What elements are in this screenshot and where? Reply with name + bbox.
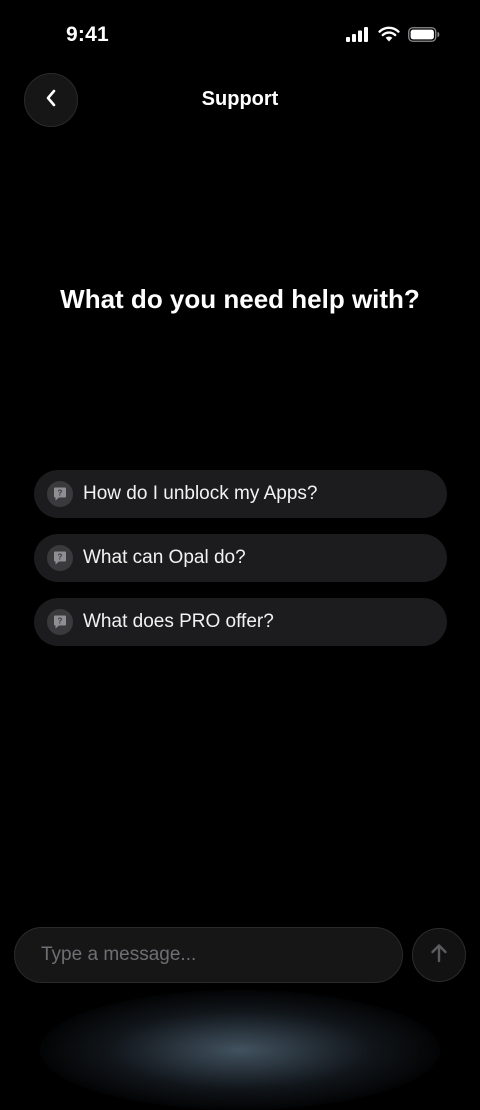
svg-text:?: ? — [58, 489, 63, 498]
suggestion-chip-pro-offer[interactable]: ? What does PRO offer? — [34, 598, 447, 646]
question-bubble-icon: ? — [47, 545, 73, 571]
svg-text:?: ? — [58, 553, 63, 562]
message-input[interactable] — [39, 943, 383, 967]
question-bubble-icon: ? — [47, 481, 73, 507]
status-icons — [346, 26, 440, 47]
arrow-up-icon — [429, 942, 449, 969]
suggestion-chip-opal-features[interactable]: ? What can Opal do? — [34, 534, 447, 582]
suggestion-chip-unblock-apps[interactable]: ? How do I unblock my Apps? — [34, 470, 447, 518]
cellular-signal-icon — [346, 26, 370, 47]
suggestion-list: ? How do I unblock my Apps? ? What can O… — [34, 470, 447, 662]
question-bubble-icon: ? — [47, 609, 73, 635]
page-title: Support — [201, 88, 279, 110]
nav-bar: Support — [0, 70, 480, 130]
bottom-glow — [40, 990, 440, 1110]
status-time: 9:41 — [66, 23, 109, 46]
battery-icon — [408, 26, 440, 47]
suggestion-label: What can Opal do? — [83, 547, 246, 568]
suggestion-label: What does PRO offer? — [83, 611, 274, 632]
send-button[interactable] — [412, 928, 466, 982]
headline: What do you need help with? — [60, 284, 420, 314]
suggestion-label: How do I unblock my Apps? — [83, 483, 318, 504]
svg-text:?: ? — [58, 617, 63, 626]
status-bar: 9:41 — [0, 0, 480, 70]
message-composer — [14, 927, 403, 983]
wifi-icon — [378, 26, 400, 47]
